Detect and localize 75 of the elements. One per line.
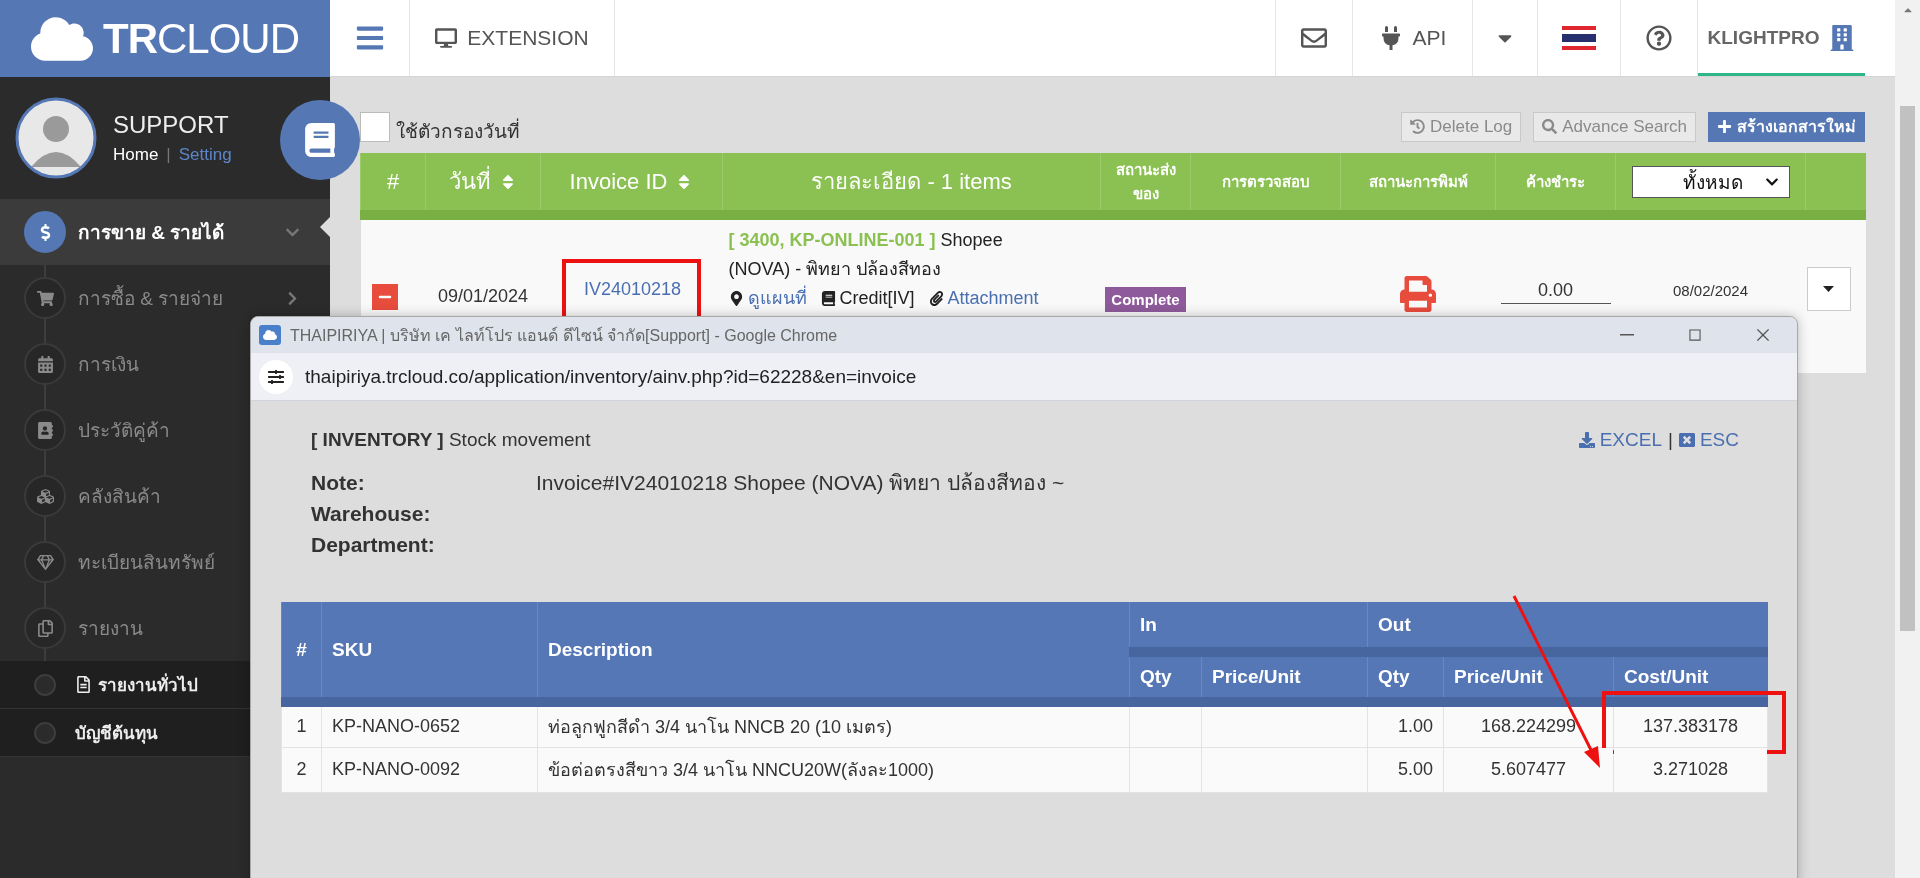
scrollbar[interactable]	[1895, 0, 1920, 878]
selection-pointer	[320, 216, 331, 238]
customer-name: (NOVA) - พิทยา ปล้องสีทอง	[728, 259, 942, 279]
copy-icon	[36, 619, 54, 637]
field-label: Warehouse:	[311, 501, 432, 527]
sidebar-item[interactable]: การขาย & รายได้	[0, 199, 330, 265]
checkbox[interactable]	[360, 111, 390, 142]
close-icon	[1754, 326, 1772, 344]
tree-node-dot	[34, 674, 56, 696]
map-pin-icon	[728, 291, 744, 306]
invoice-link[interactable]: IV24010218	[583, 279, 682, 299]
due-date: 08/02/2024	[1672, 282, 1749, 299]
field-label: Department:	[311, 532, 436, 558]
field-label: Note:	[311, 470, 366, 496]
table-cell: 5.607477	[1443, 747, 1614, 792]
field-value: Invoice#IV24010218 Shopee (NOVA) พิทยา ปล้องสีทอง ~	[536, 470, 1066, 496]
balance-amount: 0.00	[1500, 279, 1611, 304]
scrollbar-thumb[interactable]	[1900, 106, 1915, 631]
sliders-icon	[268, 368, 284, 385]
download-icon	[1578, 432, 1595, 448]
remove-button[interactable]	[371, 283, 398, 310]
customer-code: [ 3400, KP-ONLINE-001 ]	[728, 230, 936, 250]
logo[interactable]: TRCLOUD	[0, 0, 330, 77]
caret-icon	[1823, 285, 1834, 292]
plus-icon	[1717, 119, 1732, 134]
mail-icon[interactable]	[1301, 25, 1327, 51]
checkbox-label: ใช้ตัวกรองวันที่	[396, 117, 521, 144]
book-icon	[303, 123, 337, 157]
maximize-icon	[1686, 326, 1704, 344]
api-menu[interactable]: API	[1352, 0, 1472, 76]
document-link[interactable]: Attachment	[928, 284, 1039, 313]
logo-text: TRCLOUD	[103, 14, 299, 63]
separator: |	[1668, 429, 1673, 451]
table-cell: ข้อต่อตรงสีขาว 3/4 นาโน NNCU20W(ลังละ1000)	[537, 747, 1130, 792]
gem-icon	[36, 553, 54, 571]
action-button[interactable]: Advance Search	[1533, 111, 1696, 142]
search-icon	[1542, 119, 1558, 134]
contact-book-icon	[36, 421, 54, 439]
status-filter[interactable]: ทั้งหมด	[1631, 165, 1790, 198]
action-button[interactable]: สร้างเอกสารใหม่	[1708, 111, 1865, 142]
paperclip-icon	[928, 291, 944, 306]
status-badge: Complete	[1105, 287, 1186, 312]
user-menu[interactable]: KLIGHTPRO	[1697, 0, 1865, 76]
cart-icon	[36, 289, 54, 307]
action-button[interactable]: Delete Log	[1401, 111, 1522, 142]
history-icon	[1410, 119, 1425, 134]
section-heading: [ INVENTORY ] Stock movement	[311, 429, 591, 451]
document-link[interactable]: ดูแผนที่	[728, 284, 807, 313]
document-link[interactable]: Credit[IV]	[820, 284, 915, 313]
separator: |	[166, 145, 171, 165]
monitor-icon	[435, 27, 458, 49]
tree-node-dot	[34, 722, 56, 744]
setting-link[interactable]: Setting	[178, 145, 232, 165]
flag-icon[interactable]	[1562, 26, 1596, 50]
table-cell: KP-NANO-0092	[321, 747, 538, 792]
calendar-icon	[36, 355, 54, 373]
building-icon	[1829, 25, 1856, 51]
export-link[interactable]: ESC	[1678, 429, 1739, 451]
home-link[interactable]: Home	[113, 145, 159, 165]
table-cell: 2	[281, 747, 322, 792]
close-icon	[1678, 432, 1695, 448]
profile-name: SUPPORT	[113, 111, 230, 139]
site-settings-button[interactable]	[259, 359, 293, 394]
help-icon[interactable]	[1646, 25, 1672, 51]
minimize-icon	[1620, 334, 1634, 336]
document-icon	[75, 676, 92, 693]
book-icon	[820, 291, 836, 306]
table-cell: 3.271028	[1613, 747, 1768, 792]
extension-tab[interactable]: EXTENSION	[410, 0, 615, 76]
export-link[interactable]: EXCEL	[1578, 429, 1662, 451]
app-icon	[259, 325, 281, 345]
customer-name: Shopee	[940, 230, 1003, 250]
cubes-icon	[36, 487, 54, 505]
table-cell: 5.00	[1367, 747, 1444, 792]
printer-icon[interactable]	[1400, 276, 1436, 312]
